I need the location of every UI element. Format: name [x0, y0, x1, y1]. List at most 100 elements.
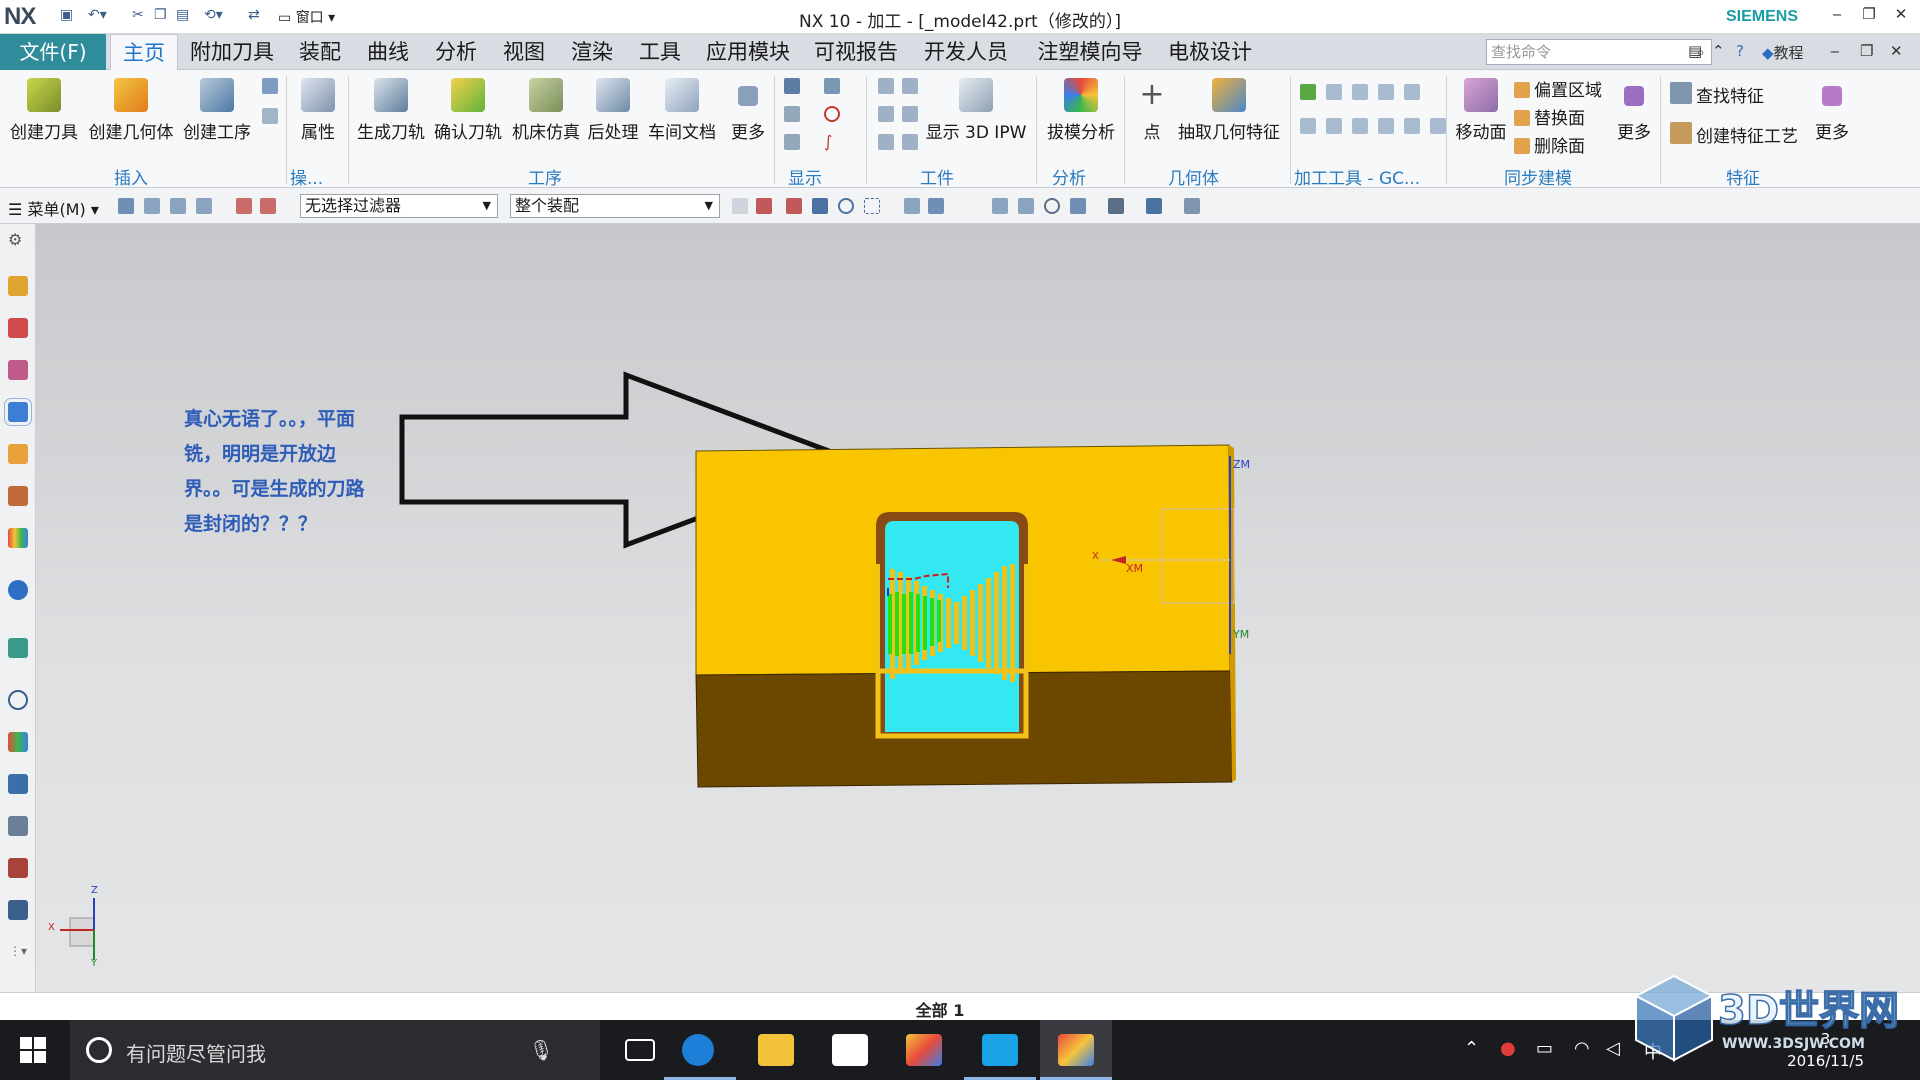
group-geometry[interactable]: 几何体	[1168, 164, 1219, 189]
tool-j-icon[interactable]	[1430, 118, 1446, 134]
properties-button[interactable]: 属性	[294, 78, 342, 143]
tab-curve[interactable]: 曲线	[356, 34, 420, 70]
minimize-button[interactable]: ‒	[1824, 5, 1850, 29]
windows-start-icon[interactable]	[20, 1037, 46, 1063]
group-sync-modeling[interactable]: 同步建模	[1504, 164, 1572, 189]
curve-icon[interactable]: ∫	[824, 134, 840, 150]
history-clock-icon[interactable]	[8, 690, 28, 710]
group-display[interactable]: 显示	[788, 164, 822, 189]
more-sync-button[interactable]: 更多	[1614, 78, 1654, 143]
paste-icon[interactable]: ▤	[176, 7, 189, 23]
target-icon[interactable]	[824, 106, 840, 122]
workpiece-b-icon[interactable]	[902, 78, 918, 94]
gear-icon[interactable]: ⚙	[8, 230, 28, 250]
touch-mode-icon[interactable]: ⇄	[248, 7, 260, 23]
create-method-icon[interactable]	[262, 78, 278, 94]
main-menu-button[interactable]: ☰ 菜单(M) ▾	[8, 196, 99, 220]
group-feature[interactable]: 特征	[1726, 164, 1760, 189]
restore-button[interactable]: ❐	[1856, 5, 1882, 29]
tool-d-icon[interactable]	[1404, 84, 1420, 100]
tray-expand-icon[interactable]: ⌃	[1464, 1038, 1479, 1059]
display-toggle-icon[interactable]	[784, 78, 800, 94]
verify-path-button[interactable]: 确认刀轨	[432, 78, 504, 143]
help-icon[interactable]: ?	[1736, 42, 1744, 60]
point-button[interactable]: + 点	[1134, 78, 1170, 144]
machine-sim-button[interactable]: 机床仿真	[510, 78, 582, 143]
extract-geometry-button[interactable]: 抽取几何特征	[1176, 78, 1282, 143]
tutorial-button[interactable]: ◆教程	[1762, 42, 1804, 63]
snap-c-icon[interactable]	[786, 198, 802, 214]
save-icon[interactable]: ▣	[60, 7, 73, 23]
machining-feature-navigator-icon[interactable]	[8, 360, 28, 380]
hatch-icon[interactable]	[784, 106, 800, 122]
scope-dropdown[interactable]: 整个装配 ▼	[510, 194, 720, 218]
show-3d-ipw-button[interactable]: 显示 3D IPW	[924, 78, 1028, 143]
replace-face-button[interactable]: 替换面	[1514, 104, 1585, 129]
edge-button[interactable]	[664, 1020, 736, 1080]
roles-icon[interactable]	[8, 858, 28, 878]
copy-icon[interactable]: ❐	[154, 7, 167, 23]
system-materials-icon[interactable]	[8, 732, 28, 752]
tab-developer[interactable]: 开发人员	[918, 34, 1014, 70]
tab-electrode-design[interactable]: 电极设计	[1162, 34, 1258, 70]
palette-icon[interactable]	[8, 528, 28, 548]
operation-navigator-icon[interactable]	[8, 276, 28, 296]
tool-e-icon[interactable]	[1300, 118, 1316, 134]
assembly-navigator-icon[interactable]	[8, 444, 28, 464]
display-option-icon[interactable]	[824, 78, 840, 94]
cortana-search-box[interactable]: 有问题尽管问我 🎙	[70, 1020, 600, 1080]
create-program-icon[interactable]	[262, 108, 278, 124]
tool-i-icon[interactable]	[1404, 118, 1420, 134]
hatch2-icon[interactable]	[784, 134, 800, 150]
part-navigator-icon[interactable]	[4, 398, 32, 426]
doc-restore-icon[interactable]: ❐	[1860, 42, 1873, 60]
paint-button[interactable]	[888, 1020, 960, 1080]
group-machining-tools[interactable]: 加工工具 - GC...	[1294, 164, 1420, 189]
view-e-icon[interactable]	[1184, 198, 1200, 214]
type-filter-dropdown[interactable]: 无选择过滤器 ▼	[300, 194, 498, 218]
tab-mold-wizard[interactable]: 注塑模向导	[1028, 34, 1152, 70]
undo-icon[interactable]: ↶▾	[88, 7, 107, 23]
snap-box-icon[interactable]	[864, 198, 880, 214]
create-operation-button[interactable]: 创建工序	[182, 78, 252, 143]
delete-face-button[interactable]: 删除面	[1514, 132, 1585, 157]
wifi-icon[interactable]: ◠	[1574, 1038, 1590, 1059]
machine-tool-navigator-icon[interactable]	[8, 318, 28, 338]
view-b-icon[interactable]	[1018, 198, 1034, 214]
scroll-down-icon[interactable]: ⋮▾	[8, 945, 28, 966]
tab-assembly[interactable]: 装配	[288, 34, 352, 70]
info-icon[interactable]	[8, 580, 28, 600]
snap-f-icon[interactable]	[928, 198, 944, 214]
antivirus-icon[interactable]: ●	[1500, 1038, 1516, 1059]
close-button[interactable]: ✕	[1888, 5, 1914, 29]
selection-icon[interactable]	[118, 198, 134, 214]
tab-application[interactable]: 应用模块	[700, 34, 796, 70]
workpiece-f-icon[interactable]	[902, 134, 918, 150]
tab-visual-report[interactable]: 可视报告	[808, 34, 904, 70]
command-search-input[interactable]: 查找命令 ⌕	[1486, 39, 1712, 65]
cut-icon[interactable]: ✂	[132, 7, 144, 23]
postprocess-button[interactable]: 后处理	[586, 78, 640, 143]
snap-d-icon[interactable]	[812, 198, 828, 214]
check-icon[interactable]	[1300, 84, 1316, 100]
create-geometry-button[interactable]: 创建几何体	[88, 78, 174, 143]
more-feature-button[interactable]: 更多	[1812, 78, 1852, 143]
file-explorer-button[interactable]	[740, 1020, 812, 1080]
reuse-library-icon[interactable]	[8, 486, 28, 506]
tab-view[interactable]: 视图	[492, 34, 556, 70]
repeat-command-icon[interactable]: ⟲▾	[204, 7, 223, 23]
tool-a-icon[interactable]	[1326, 84, 1342, 100]
group-view-icon[interactable]	[170, 198, 186, 214]
process-studio-icon[interactable]	[8, 774, 28, 794]
more-operation-button[interactable]: 更多	[726, 78, 770, 143]
view-c-icon[interactable]	[1070, 198, 1086, 214]
tool-c-icon[interactable]	[1378, 84, 1394, 100]
workpiece-c-icon[interactable]	[878, 106, 894, 122]
group-operation[interactable]: 工序	[528, 164, 562, 189]
snap-e-icon[interactable]	[904, 198, 920, 214]
group-insert[interactable]: 插入	[114, 164, 148, 189]
graphics-viewport[interactable]: 真心无语了。。，平面 铣，明明是开放边 界。。可是生成的刀路 是封闭的？？？ Z…	[36, 224, 1920, 992]
group-workpiece[interactable]: 工件	[920, 164, 954, 189]
store-button[interactable]	[814, 1020, 886, 1080]
find-feature-button[interactable]: 查找特征	[1670, 82, 1764, 107]
